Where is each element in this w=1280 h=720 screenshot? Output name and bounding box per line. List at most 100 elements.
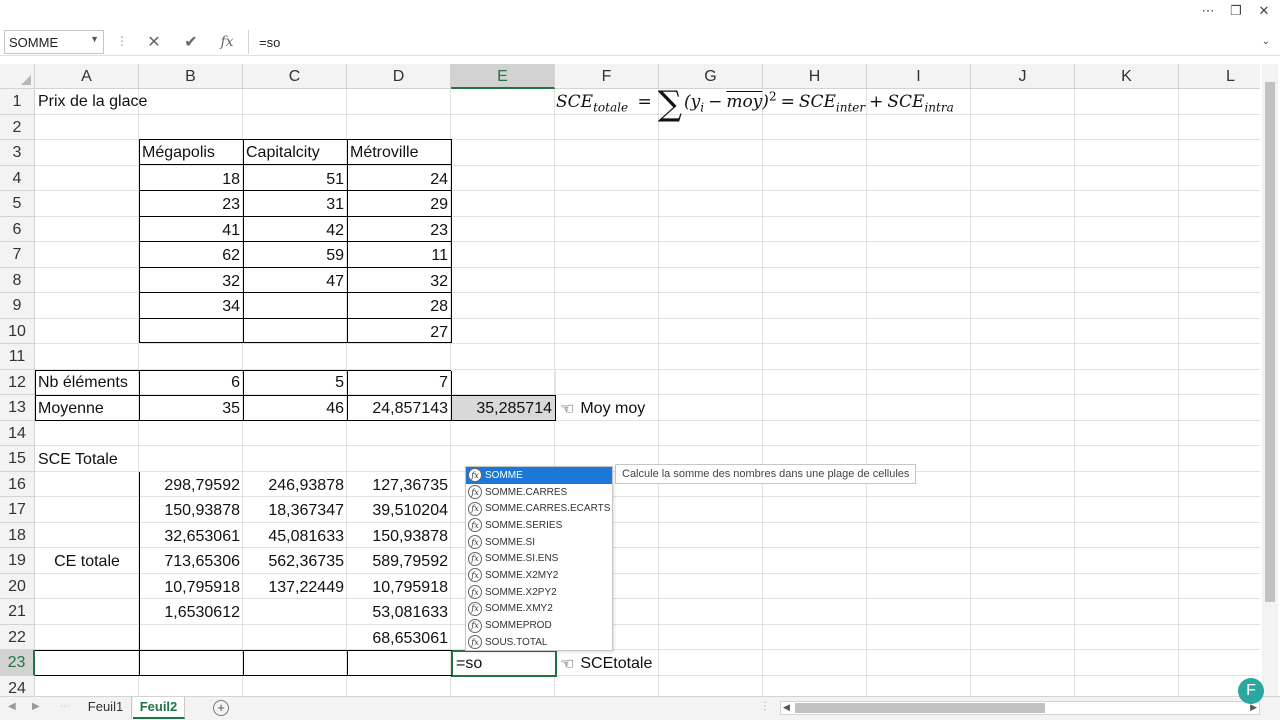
cell-c12[interactable]: 5	[243, 370, 347, 395]
scroll-left-icon[interactable]: ◀	[783, 702, 790, 713]
autocomplete-item[interactable]: fx SOMME.X2MY2	[466, 567, 612, 584]
expand-formula-bar-icon[interactable]: ⌄	[1262, 36, 1270, 47]
tabs-splitter-icon[interactable]: ⋮	[760, 701, 770, 712]
cell-d20[interactable]: 10,795918	[347, 575, 451, 600]
autocomplete-item[interactable]: fx SOMME.X2PY2	[466, 584, 612, 601]
cell-b17[interactable]: 150,93878	[139, 498, 243, 523]
cell-c7[interactable]: 59	[243, 243, 347, 268]
cell-b7[interactable]: 62	[139, 243, 243, 268]
row-header-22[interactable]: 22	[0, 624, 35, 650]
row-header-21[interactable]: 21	[0, 599, 35, 625]
row-header-15[interactable]: 15	[0, 446, 35, 472]
row-header-4[interactable]: 4	[0, 165, 35, 191]
add-sheet-button[interactable]: +	[213, 700, 229, 716]
row-header-23[interactable]: 23	[0, 650, 35, 676]
cell-c17[interactable]: 18,367347	[243, 498, 347, 523]
sce-equation[interactable]: SCEtotale = ∑ (yi − moy)2 = SCEinter + SCEintra	[556, 84, 954, 124]
column-header-e[interactable]: E	[451, 64, 555, 89]
close-icon[interactable]: ✕	[1250, 0, 1278, 22]
row-header-17[interactable]: 17	[0, 497, 35, 523]
horizontal-scrollbar[interactable]: ◀ ▶	[780, 701, 1260, 715]
cell-b19[interactable]: 713,65306	[139, 549, 243, 574]
cell-a13-label[interactable]: Moyenne	[35, 396, 139, 421]
horizontal-scroll-thumb[interactable]	[795, 703, 1045, 713]
cell-b6[interactable]: 41	[139, 218, 243, 243]
row-header-18[interactable]: 18	[0, 522, 35, 548]
tab-feuil2[interactable]: Feuil2	[133, 697, 185, 719]
cell-b20[interactable]: 10,795918	[139, 575, 243, 600]
cell-b5[interactable]: 23	[139, 192, 243, 217]
name-box[interactable]: SOMME ▼	[4, 30, 104, 54]
cell-c19[interactable]: 562,36735	[243, 549, 347, 574]
tab-feuil1[interactable]: Feuil1	[80, 697, 132, 719]
cell-b13[interactable]: 35	[139, 396, 243, 421]
cell-d8[interactable]: 32	[347, 269, 451, 294]
row-header-24[interactable]: 24	[0, 675, 35, 696]
row-header-5[interactable]: 5	[0, 191, 35, 217]
row-header-8[interactable]: 8	[0, 267, 35, 293]
insert-function-icon[interactable]: fx	[216, 31, 238, 53]
row-header-1[interactable]: 1	[0, 89, 35, 115]
function-autocomplete-list[interactable]: fx SOMME fx SOMME.CARRES fx SOMME.CARRES.ECAR…	[465, 466, 613, 651]
enter-icon[interactable]: ✔	[180, 31, 202, 53]
active-cell-entry[interactable]: =so	[453, 651, 553, 676]
cell-d16[interactable]: 127,36735	[347, 473, 451, 498]
cell-a19-label[interactable]: CE totale	[35, 549, 139, 574]
cell-c13[interactable]: 46	[243, 396, 347, 421]
cell-d10[interactable]: 27	[347, 320, 451, 345]
tab-scroll-right-icon[interactable]: ▶	[32, 701, 40, 712]
ribbon-options-icon[interactable]: ⋯	[1194, 0, 1222, 22]
row-header-10[interactable]: 10	[0, 318, 35, 344]
row-header-7[interactable]: 7	[0, 242, 35, 268]
row-header-2[interactable]: 2	[0, 114, 35, 140]
cell-b16[interactable]: 298,79592	[139, 473, 243, 498]
column-header-l[interactable]: L	[1179, 64, 1260, 89]
row-header-3[interactable]: 3	[0, 140, 35, 166]
cell-b4[interactable]: 18	[139, 167, 243, 192]
column-header-b[interactable]: B	[139, 64, 243, 89]
row-header-9[interactable]: 9	[0, 293, 35, 319]
row-header-20[interactable]: 20	[0, 573, 35, 599]
row-header-13[interactable]: 13	[0, 395, 35, 421]
vertical-scroll-thumb[interactable]	[1265, 82, 1275, 602]
vertical-scrollbar[interactable]	[1262, 64, 1278, 696]
autocomplete-item[interactable]: fx SOMME.CARRES.ECARTS	[466, 500, 612, 517]
cell-a1-title[interactable]: Prix de la glace	[35, 89, 235, 114]
autocomplete-item[interactable]: fx SOMME.SERIES	[466, 517, 612, 534]
autocomplete-item[interactable]: fx SOMME.SI.ENS	[466, 550, 612, 567]
autocomplete-item[interactable]: fx SOMME.XMY2	[466, 601, 612, 618]
cell-c5[interactable]: 31	[243, 192, 347, 217]
autocomplete-item[interactable]: fx SOMME.CARRES	[466, 484, 612, 501]
cell-c16[interactable]: 246,93878	[243, 473, 347, 498]
cell-a12-label[interactable]: Nb éléments	[35, 370, 139, 395]
row-header-14[interactable]: 14	[0, 420, 35, 446]
row-header-16[interactable]: 16	[0, 471, 35, 497]
cell-d9[interactable]: 28	[347, 294, 451, 319]
cell-d22[interactable]: 68,653061	[347, 626, 451, 651]
cell-d18[interactable]: 150,93878	[347, 524, 451, 549]
row-header-6[interactable]: 6	[0, 216, 35, 242]
cancel-icon[interactable]: ✕	[143, 31, 165, 53]
autocomplete-item[interactable]: fx SOMME.SI	[466, 534, 612, 551]
worksheet-grid[interactable]: ABCDEFGHIJKL 1 2 3 4 5 6 7 8 9 10 11 12 13 14 15 16 17 18…	[0, 64, 1260, 696]
cell-d12[interactable]: 7	[347, 370, 451, 395]
cell-d4[interactable]: 24	[347, 167, 451, 192]
cell-c6[interactable]: 42	[243, 218, 347, 243]
chevron-down-icon[interactable]: ▼	[90, 34, 99, 44]
cell-d5[interactable]: 29	[347, 192, 451, 217]
header-capitalcity[interactable]: Capitalcity	[243, 140, 347, 165]
cell-b9[interactable]: 34	[139, 294, 243, 319]
cell-e13[interactable]: 35,285714	[451, 396, 555, 421]
cell-d7[interactable]: 11	[347, 243, 451, 268]
cell-c8[interactable]: 47	[243, 269, 347, 294]
row-header-11[interactable]: 11	[0, 344, 35, 370]
cell-b21[interactable]: 1,6530612	[139, 600, 243, 625]
header-metroville[interactable]: Métroville	[347, 140, 451, 165]
cell-d19[interactable]: 589,79592	[347, 549, 451, 574]
cell-c18[interactable]: 45,081633	[243, 524, 347, 549]
row-header-19[interactable]: 19	[0, 548, 35, 574]
cell-d17[interactable]: 39,510204	[347, 498, 451, 523]
column-header-c[interactable]: C	[243, 64, 347, 89]
row-header-12[interactable]: 12	[0, 369, 35, 395]
user-avatar[interactable]: F	[1238, 678, 1264, 704]
